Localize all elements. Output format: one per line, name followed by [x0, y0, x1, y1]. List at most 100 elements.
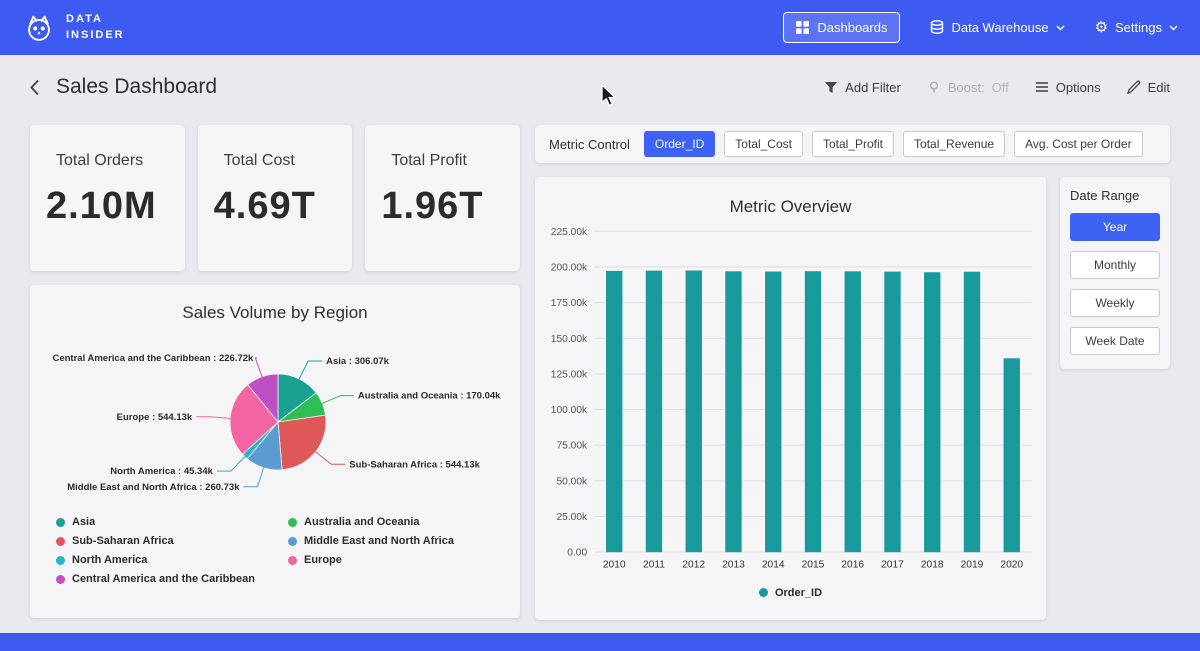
bar-2018[interactable] — [924, 272, 940, 552]
kpi-value: 1.96T — [381, 185, 504, 228]
metric-button-avg-cost-per-order[interactable]: Avg. Cost per Order — [1014, 131, 1143, 157]
x-tick-label: 2020 — [1000, 559, 1023, 570]
right-column: Metric Control Order_ID Total_Cost Total… — [535, 125, 1170, 620]
brand-line1: DATA — [66, 12, 125, 27]
dashboard-body: Total Orders 2.10M Total Cost 4.69T Tota… — [0, 119, 1200, 620]
pie-slice[interactable] — [278, 415, 326, 470]
pie-label: Middle East and North Africa : 260.73k — [67, 482, 240, 493]
legend-label: Central America and the Caribbean — [72, 573, 255, 585]
footer-bar — [0, 633, 1200, 651]
pie-legend-col-1: Asia Sub-Saharan Africa North America Ce… — [56, 516, 288, 585]
y-tick-label: 175.00k — [551, 298, 588, 309]
date-range-title: Date Range — [1070, 188, 1160, 203]
top-navbar: DATA INSIDER Dashboards Data Warehouse ⚙ — [0, 0, 1200, 55]
pie-label: North America : 45.34k — [110, 466, 213, 477]
legend-label: Asia — [72, 516, 95, 528]
x-tick-label: 2010 — [603, 559, 626, 570]
pie-label: Sub-Saharan Africa : 544.13k — [349, 459, 480, 470]
x-tick-label: 2011 — [643, 559, 665, 570]
bar-2014[interactable] — [765, 272, 781, 553]
filter-icon — [824, 81, 838, 94]
kpi-value: 4.69T — [214, 185, 337, 228]
pie-legend: Asia Sub-Saharan Africa North America Ce… — [30, 516, 520, 585]
legend-item-australia-oceania[interactable]: Australia and Oceania — [288, 516, 454, 528]
data-warehouse-menu[interactable]: Data Warehouse — [930, 20, 1064, 35]
y-tick-label: 225.00k — [551, 227, 588, 238]
date-range-week-date-button[interactable]: Week Date — [1070, 327, 1160, 355]
x-tick-label: 2016 — [841, 559, 864, 570]
legend-dot — [288, 556, 297, 565]
database-icon — [930, 20, 944, 35]
owl-logo-icon — [22, 11, 56, 45]
settings-menu[interactable]: ⚙ Settings — [1095, 20, 1178, 35]
boost-label: Boost: — [948, 80, 985, 95]
edit-button[interactable]: Edit — [1127, 80, 1170, 95]
bar-2020[interactable] — [1004, 358, 1020, 552]
bar-2016[interactable] — [845, 271, 861, 552]
brand-name: DATA INSIDER — [66, 12, 125, 43]
metric-button-total-revenue[interactable]: Total_Revenue — [903, 131, 1005, 157]
dashboards-label: Dashboards — [817, 20, 887, 35]
chart-row: Metric Overview 0.0025.00k50.00k75.00k10… — [535, 177, 1170, 620]
legend-item-sub-saharan-africa[interactable]: Sub-Saharan Africa — [56, 535, 288, 547]
options-button[interactable]: Options — [1035, 80, 1101, 95]
grid-icon — [796, 21, 809, 34]
legend-label: Order_ID — [775, 587, 822, 599]
pie-label-line — [196, 417, 233, 419]
pie-chart-card: Sales Volume by Region Asia : 306.07kAus… — [30, 285, 520, 618]
dashboard-header: Sales Dashboard Add Filter Boost: Off Op… — [0, 55, 1200, 119]
date-range-weekly-button[interactable]: Weekly — [1070, 289, 1160, 317]
date-range-card: Date Range Year Monthly Weekly Week Date — [1060, 177, 1170, 369]
x-tick-label: 2013 — [722, 559, 745, 570]
legend-label: Middle East and North Africa — [304, 535, 454, 547]
options-label: Options — [1056, 80, 1101, 95]
y-tick-label: 75.00k — [556, 441, 588, 452]
pie-label-line — [255, 358, 263, 380]
date-range-monthly-button[interactable]: Monthly — [1070, 251, 1160, 279]
metric-control-bar: Metric Control Order_ID Total_Cost Total… — [535, 125, 1170, 163]
y-tick-label: 200.00k — [551, 263, 588, 274]
back-button[interactable] — [30, 79, 40, 96]
date-range-year-button[interactable]: Year — [1070, 213, 1160, 241]
metric-button-order-id[interactable]: Order_ID — [644, 131, 715, 157]
add-filter-button[interactable]: Add Filter — [824, 80, 901, 95]
metric-button-total-profit[interactable]: Total_Profit — [812, 131, 894, 157]
pie-chart-title: Sales Volume by Region — [30, 303, 520, 323]
kpi-label: Total Profit — [391, 152, 504, 170]
bar-2017[interactable] — [884, 272, 900, 553]
brand-logo[interactable]: DATA INSIDER — [22, 11, 125, 45]
legend-item-central-america[interactable]: Central America and the Caribbean — [56, 573, 288, 585]
boost-icon — [927, 81, 941, 94]
legend-item-asia[interactable]: Asia — [56, 516, 288, 528]
dashboards-button[interactable]: Dashboards — [783, 12, 900, 43]
bar-2012[interactable] — [686, 271, 702, 553]
brand-line2: INSIDER — [66, 28, 125, 43]
legend-dot — [288, 537, 297, 546]
top-nav-menu: Dashboards Data Warehouse ⚙ Settings — [783, 12, 1178, 43]
bar-chart-title: Metric Overview — [535, 197, 1046, 217]
bar-2011[interactable] — [646, 271, 662, 553]
bar-2015[interactable] — [805, 271, 821, 552]
legend-label: North America — [72, 554, 147, 566]
x-tick-label: 2019 — [961, 559, 984, 570]
metric-button-total-cost[interactable]: Total_Cost — [724, 131, 803, 157]
settings-label: Settings — [1115, 20, 1162, 35]
bar-chart: 0.0025.00k50.00k75.00k100.00k125.00k150.… — [535, 219, 1046, 587]
pie-label: Europe : 544.13k — [117, 412, 193, 423]
page: { "colors": { "topbar": "#3d5af1", "acce… — [0, 0, 1200, 651]
legend-item-north-america[interactable]: North America — [56, 554, 288, 566]
pie-label: Australia and Oceania : 170.04k — [358, 391, 501, 402]
legend-item-middle-east-north-africa[interactable]: Middle East and North Africa — [288, 535, 454, 547]
kpi-label: Total Cost — [224, 152, 337, 170]
kpi-card-total-profit: Total Profit 1.96T — [365, 125, 520, 271]
bar-2013[interactable] — [725, 271, 741, 552]
bar-2010[interactable] — [606, 271, 622, 552]
y-tick-label: 150.00k — [551, 334, 588, 345]
x-tick-label: 2017 — [881, 559, 904, 570]
bar-2019[interactable] — [964, 272, 980, 552]
boost-toggle[interactable]: Boost: Off — [927, 80, 1009, 95]
x-tick-label: 2014 — [762, 559, 785, 570]
legend-item-europe[interactable]: Europe — [288, 554, 454, 566]
pie-legend-col-2: Australia and Oceania Middle East and No… — [288, 516, 454, 585]
legend-dot — [56, 575, 65, 584]
